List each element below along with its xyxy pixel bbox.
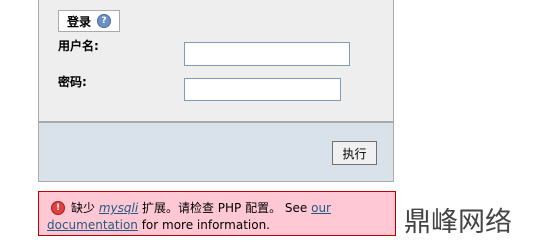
- login-legend-title: 登录: [67, 14, 92, 29]
- documentation-link[interactable]: documentation: [47, 218, 138, 232]
- error-suffix: for more information.: [137, 218, 270, 232]
- error-message-box: ! 缺少 mysqli 扩展。请检查 PHP 配置。 See our docum…: [38, 191, 396, 236]
- submit-button[interactable]: 执行: [332, 141, 377, 165]
- password-input[interactable]: [184, 78, 341, 101]
- username-input[interactable]: [184, 42, 350, 66]
- error-line-1: 缺少 mysqli 扩展。请检查 PHP 配置。 See our: [71, 200, 331, 217]
- error-middle: 扩展。请检查 PHP 配置。 See: [138, 201, 312, 215]
- username-label: 用户名:: [58, 39, 99, 53]
- error-line-2: documentation for more information.: [47, 217, 270, 234]
- login-legend: 登录 ?: [58, 10, 121, 32]
- error-icon: !: [51, 201, 65, 215]
- help-icon[interactable]: ?: [97, 14, 112, 28]
- password-label: 密码:: [58, 75, 87, 89]
- watermark-logo: 鼎峰网络: [404, 207, 512, 238]
- mysqli-link[interactable]: mysqli: [99, 201, 138, 215]
- error-prefix: 缺少: [71, 201, 99, 215]
- our-link[interactable]: our: [311, 201, 331, 215]
